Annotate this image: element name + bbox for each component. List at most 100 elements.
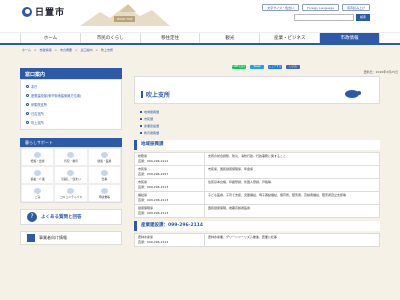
life-item-moving[interactable]: 引越し・住まい: [54, 166, 88, 184]
main-content: LINEで送る Tweet シェアする いいね 吹上支所 地域振興課 市民課 産…: [134, 64, 380, 300]
life-item-pregnancy[interactable]: 妊娠・出産: [21, 148, 55, 166]
document-icon: [100, 187, 108, 194]
page-title: 吹上支所: [146, 92, 171, 99]
business-icon: [27, 234, 35, 242]
business-info-label: 事業者向け情報: [39, 235, 67, 240]
site-header: 日置市 HIOKI TOP 文字サイズ・色合い Foreign Language…: [0, 0, 400, 33]
section-name: 市民係: [138, 167, 148, 171]
breadcrumb-city-info[interactable]: 市政情報: [39, 48, 51, 52]
sidebar-item-honcho[interactable]: 本庁: [21, 82, 121, 91]
sidebar: 窓口案内 本庁 産業建設部(東市街地建築局方位置) 伊集院支所 日吉支所 吹上支…: [20, 68, 122, 245]
nav-living[interactable]: 市民のくらし: [79, 33, 140, 43]
nav-city-info[interactable]: 市政情報: [319, 33, 380, 43]
life-item-work[interactable]: 仕事: [87, 166, 121, 184]
pregnancy-icon: [34, 151, 42, 158]
search-button[interactable]: 検索: [356, 14, 370, 21]
bullet-icon: [26, 94, 29, 97]
global-nav: ホーム 市民のくらし 移住定住 観光 産業・ビジネス 市政情報: [0, 33, 400, 45]
life-item-welfare[interactable]: 福祉・介護: [21, 166, 55, 184]
search-area: 検索: [294, 14, 370, 21]
city-logo[interactable]: 日置市: [22, 5, 65, 18]
line-share-button[interactable]: LINEで送る: [232, 65, 246, 69]
life-support-title: 暮らしサポート: [20, 138, 122, 147]
faq-banner[interactable]: ? よくある質問と回答: [20, 209, 122, 225]
phone-number: 直通：099-296-2113: [138, 198, 169, 202]
anchor-chiiki[interactable]: 地域振興課: [140, 108, 380, 115]
sidebar-item-fukiage[interactable]: 吹上支所: [21, 118, 121, 127]
sidebar-item-ijuin[interactable]: 伊集院支所: [21, 100, 121, 109]
turtle-illustration-icon: [345, 90, 361, 98]
life-item-bus[interactable]: コミュニティバス: [54, 184, 88, 202]
life-item-label: 妊娠・出産: [30, 158, 45, 163]
page-title-box: 吹上支所: [134, 76, 380, 104]
breadcrumb-home[interactable]: ホーム: [22, 48, 31, 52]
table-row: 市民係 直通：099-296-2297 市民係、国民健康保険係、年金係: [134, 165, 380, 179]
section-name: 総務係: [138, 154, 148, 158]
section-description: 国民健康保険、後期高齢者医療: [204, 204, 380, 218]
department-table-2: 農林水産係 直通：099-296-2114 農林水産業、グリーンツーリズム推進、農業…: [134, 233, 380, 247]
anchor-kyoiku[interactable]: 教育振興課: [140, 129, 380, 136]
breadcrumb-current: 吹上支所: [101, 48, 114, 52]
phone-number: 直通：099-296-2113: [138, 185, 169, 189]
sidebar-item-label: 日吉支所: [31, 112, 44, 116]
search-input[interactable]: [294, 14, 354, 21]
life-item-label: コミュニティバス: [59, 194, 83, 199]
voice-reading-button[interactable]: 音声読み上げ: [341, 4, 370, 11]
house-icon: [67, 169, 75, 176]
table-row: 農林水産係 直通：099-296-2114 農林水産業、グリーンツーリズム推進、農業…: [134, 233, 380, 247]
bullet-icon: [26, 112, 29, 115]
life-item-forms[interactable]: 申請書等: [87, 184, 121, 202]
nav-tourism[interactable]: 観光: [199, 33, 259, 43]
anchor-sangyo[interactable]: 産業建設課: [140, 122, 380, 129]
phone-number: 直通：099-296-2297: [138, 172, 169, 176]
breadcrumb-counters[interactable]: 窓口案内: [81, 48, 93, 52]
title-accent-bar: [141, 91, 143, 98]
nav-business[interactable]: 産業・ビジネス: [259, 33, 319, 43]
work-icon: [100, 169, 108, 176]
foreign-language-button[interactable]: Foreign Language: [302, 4, 339, 11]
share-buttons: LINEで送る Tweet シェアする いいね: [134, 64, 380, 70]
welfare-icon: [34, 169, 42, 176]
city-emblem-icon: [22, 6, 32, 17]
like-button[interactable]: いいね: [286, 65, 300, 69]
breadcrumb-separator: >: [33, 48, 37, 52]
question-icon: ?: [27, 212, 37, 222]
bullet-icon: [26, 121, 29, 124]
life-item-garbage[interactable]: ごみ: [21, 184, 55, 202]
life-item-label: 仕事: [101, 176, 108, 181]
sidebar-item-label: 産業建設部(東市街地建築局方位置): [31, 94, 82, 98]
breadcrumb-overview[interactable]: 市の概要: [60, 48, 72, 52]
update-date: 更新日：2020年3月25日: [363, 70, 398, 74]
mountain-illustration-icon: [80, 4, 170, 26]
breadcrumb-separator: >: [54, 48, 57, 52]
childcare-icon: [67, 151, 75, 158]
table-cell: 市民係 直通：099-296-2297: [134, 165, 205, 179]
department-table: 総務係 直通：099-296-2112 支所の総合調整、防災、消防行政、行政事務に関…: [134, 152, 380, 218]
section-description: 住民基本台帳、印鑑登録、外国人登録、戸籍等: [204, 178, 380, 192]
bullet-icon: [26, 85, 29, 88]
breadcrumb: ホーム > 市政情報 > 市の概要 > 窓口案内 > 吹上支所: [22, 48, 113, 52]
life-item-health[interactable]: 健康・医療: [87, 148, 121, 166]
life-support-grid: 妊娠・出産 育児・教育 健康・医療 福祉・介護 引越し・住まい 仕事 ごみ コミ…: [20, 147, 122, 203]
business-info-banner[interactable]: 事業者向け情報: [20, 231, 122, 245]
facebook-share-button[interactable]: シェアする: [268, 65, 282, 69]
hioki-top-badge[interactable]: HIOKI TOP: [114, 16, 136, 22]
life-item-label: 福祉・介護: [30, 176, 45, 181]
table-row: 福祉係 直通：099-296-2113 子ども医療、子育て支援、児童福祉、母子寡婦福…: [134, 191, 380, 205]
breadcrumb-separator: >: [95, 48, 99, 52]
section-name: 福祉係: [138, 193, 148, 197]
table-cell: 福祉係 直通：099-296-2113: [134, 191, 205, 205]
sidebar-item-sangyo[interactable]: 産業建設部(東市街地建築局方位置): [21, 91, 121, 100]
tweet-button[interactable]: Tweet: [250, 65, 264, 69]
anchor-shimin[interactable]: 市民課: [140, 115, 380, 122]
text-size-button[interactable]: 文字サイズ・色合い: [262, 4, 300, 11]
section-description: 子ども医療、子育て支援、児童福祉、母子寡婦福祉、保育所、障害者、高齢者福祉、障害…: [204, 191, 380, 205]
breadcrumb-separator: >: [74, 48, 78, 52]
sidebar-item-hiyoshi[interactable]: 日吉支所: [21, 109, 121, 118]
faq-label: よくある質問と回答: [41, 215, 82, 220]
section-name: 健康保険係: [138, 206, 154, 210]
life-item-childcare[interactable]: 育児・教育: [54, 148, 88, 166]
nav-home[interactable]: ホーム: [20, 33, 80, 43]
table-cell: 市民係 直通：099-296-2113: [134, 178, 205, 192]
nav-migration[interactable]: 移住定住: [139, 33, 200, 43]
